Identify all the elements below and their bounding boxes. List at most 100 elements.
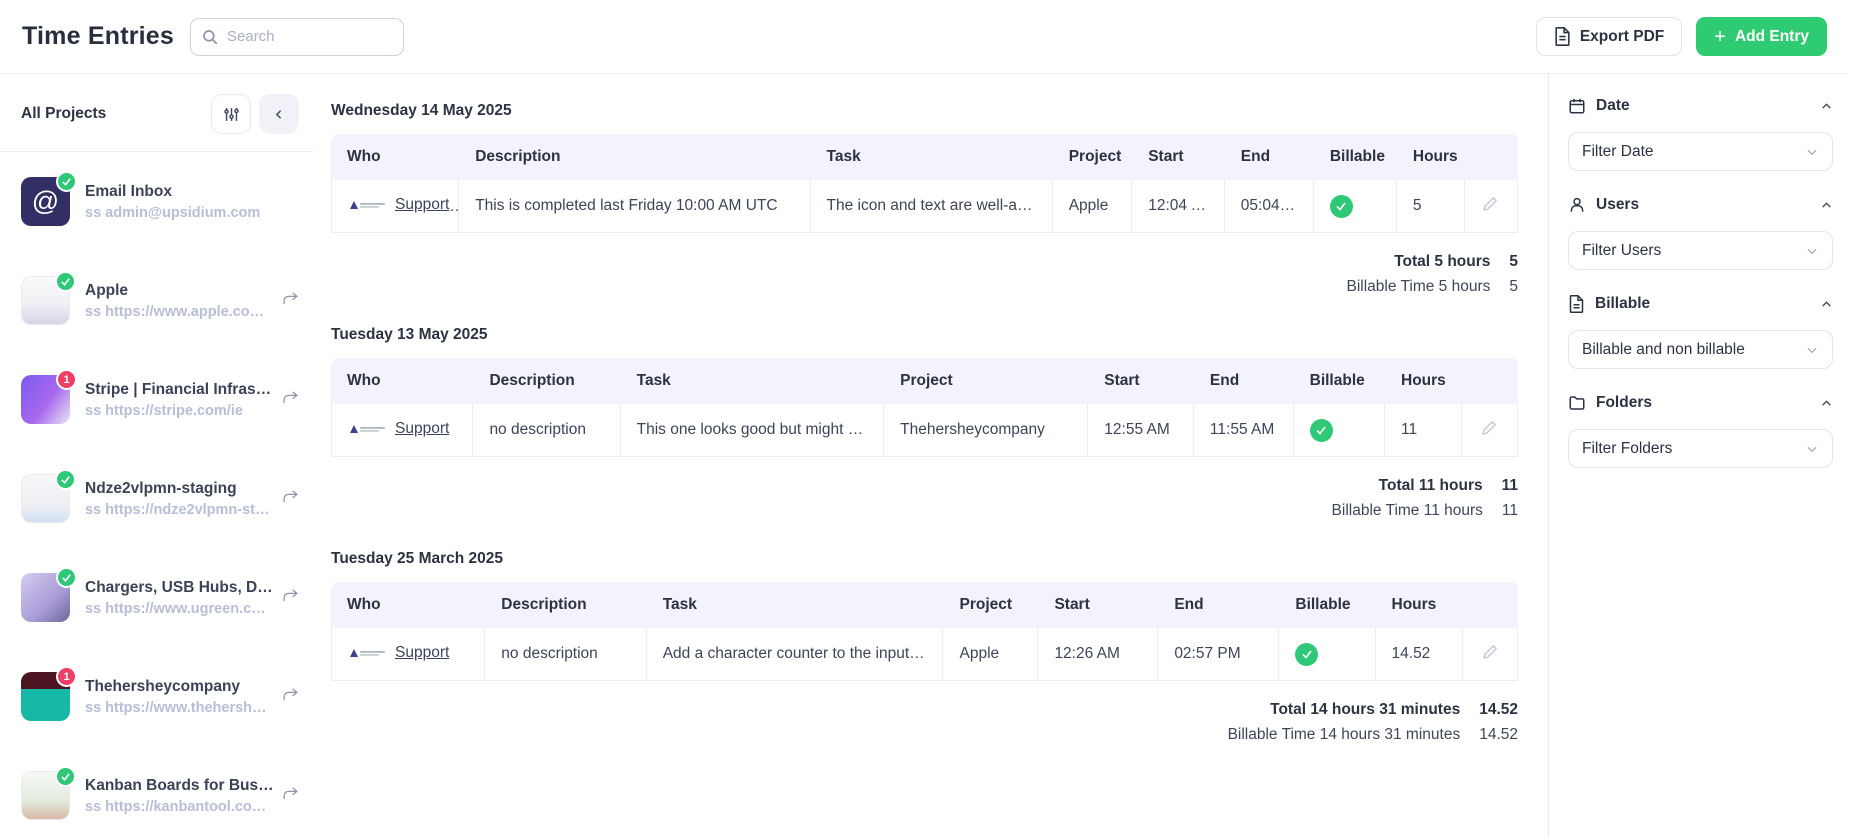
sidebar-item-apple[interactable]: Apple ss https://www.apple.co… <box>21 251 299 350</box>
chevron-down-icon <box>1805 343 1819 357</box>
sidebar-item-thehersheycompany[interactable]: 1 Thehersheycompany ss https://www.thehe… <box>21 647 299 746</box>
cell-billable <box>1279 628 1375 681</box>
search-box[interactable] <box>190 18 404 56</box>
edit-entry-button[interactable] <box>1481 419 1498 436</box>
filter-billable-select[interactable]: Billable and non billable <box>1568 330 1833 369</box>
collapse-sidebar-button[interactable] <box>259 94 299 134</box>
section-totals: Total 14 hours 31 minutes14.52 Billable … <box>331 697 1518 747</box>
open-link-icon[interactable] <box>282 390 299 410</box>
check-badge <box>56 171 77 192</box>
col-header-task: Task <box>811 134 1053 180</box>
export-pdf-button[interactable]: Export PDF <box>1536 17 1682 56</box>
edit-entry-button[interactable] <box>1482 195 1499 212</box>
total-time: 11 hours <box>1419 477 1483 494</box>
who-link[interactable]: Support <box>395 420 449 438</box>
sliders-icon <box>223 106 240 123</box>
section-date: Tuesday 25 March 2025 <box>331 550 1518 568</box>
filter-label: Date <box>1596 97 1810 115</box>
col-header-actions <box>1462 358 1518 404</box>
who-link[interactable]: Support <box>395 644 449 662</box>
billable-total-time: 11 hours <box>1424 502 1483 519</box>
filter-users-select[interactable]: Filter Users <box>1568 231 1833 270</box>
col-header-billable: Billable <box>1279 582 1375 628</box>
filter-date-select[interactable]: Filter Date <box>1568 132 1833 171</box>
chevron-left-icon <box>273 108 286 121</box>
col-header-actions <box>1465 134 1518 180</box>
sidebar-item-email-inbox[interactable]: @ Email Inbox ss admin@upsidium.com <box>21 152 299 251</box>
col-header-project: Project <box>1053 134 1133 180</box>
project-thumbnail <box>21 276 70 325</box>
edit-entry-button[interactable] <box>1482 643 1499 660</box>
open-link-icon[interactable] <box>282 489 299 509</box>
col-header-start: Start <box>1038 582 1158 628</box>
cell-task: Add a character counter to the input fi… <box>647 628 944 681</box>
table-row: Support no description This one looks go… <box>331 404 1518 457</box>
col-header-actions <box>1463 582 1518 628</box>
sidebar-item-kanban-boards[interactable]: Kanban Boards for Busine… ss https://kan… <box>21 746 299 838</box>
sidebar-item-stripe[interactable]: 1 Stripe | Financial Infrastru… ss https… <box>21 350 299 449</box>
col-header-start: Start <box>1088 358 1194 404</box>
chevron-down-icon <box>1805 442 1819 456</box>
search-icon <box>201 28 219 46</box>
cell-description: no description <box>485 628 646 681</box>
open-link-icon[interactable] <box>282 588 299 608</box>
project-url: ss admin@upsidium.com <box>85 205 299 221</box>
plus-icon: + <box>1714 27 1726 47</box>
open-link-icon[interactable] <box>282 291 299 311</box>
projects-sidebar: All Projects @ Email Inbox ss admin@upsi… <box>0 74 313 838</box>
cell-start: 12:04 AM <box>1132 180 1225 233</box>
add-entry-button[interactable]: + Add Entry <box>1696 17 1827 56</box>
chevron-up-icon[interactable] <box>1820 397 1833 410</box>
project-thumbnail <box>21 573 70 622</box>
top-bar: Time Entries Export PDF + Add Entry <box>0 0 1849 74</box>
filter-header-users[interactable]: Users <box>1568 194 1833 216</box>
filter-header-date[interactable]: Date <box>1568 95 1833 117</box>
chevron-up-icon[interactable] <box>1820 298 1833 311</box>
table-row: Support This is completed last Friday 10… <box>331 180 1518 233</box>
billable-total-label: Billable Time <box>1228 726 1316 743</box>
cell-project: Thehersheycompany <box>884 404 1088 457</box>
project-name: Ndze2vlpmn-staging <box>85 480 274 498</box>
filter-select-value: Filter Users <box>1582 242 1805 260</box>
project-name: Chargers, USB Hubs, Dock… <box>85 579 274 597</box>
sidebar-item-chargers-usb-hubs[interactable]: Chargers, USB Hubs, Dock… ss https://www… <box>21 548 299 647</box>
col-header-start: Start <box>1132 134 1225 180</box>
section-totals: Total 11 hours11 Billable Time 11 hours1… <box>331 473 1518 523</box>
total-label: Total <box>1394 253 1430 270</box>
total-value: 5 <box>1509 249 1518 274</box>
count-badge: 1 <box>56 666 77 687</box>
sidebar-item-ndze2vlpmn-staging[interactable]: Ndze2vlpmn-staging ss https://ndze2vlpmn… <box>21 449 299 548</box>
section-date: Wednesday 14 May 2025 <box>331 102 1518 120</box>
chevron-up-icon[interactable] <box>1820 199 1833 212</box>
col-header-end: End <box>1158 582 1279 628</box>
col-header-who: Who <box>331 358 473 404</box>
cell-task: The icon and text are well-alig… <box>811 180 1053 233</box>
export-pdf-label: Export PDF <box>1580 28 1664 46</box>
project-url: ss https://stripe.com/ie <box>85 403 274 419</box>
cell-actions <box>1463 628 1518 681</box>
filter-header-folders[interactable]: Folders <box>1568 392 1833 414</box>
col-header-project: Project <box>884 358 1088 404</box>
project-thumbnail: 1 <box>21 375 70 424</box>
col-header-hours: Hours <box>1376 582 1464 628</box>
cell-actions <box>1462 404 1518 457</box>
col-header-task: Task <box>647 582 944 628</box>
col-header-billable: Billable <box>1314 134 1397 180</box>
billable-total-time: 14 hours 31 minutes <box>1320 726 1460 743</box>
who-link[interactable]: Support <box>395 196 449 214</box>
cell-project: Apple <box>1053 180 1133 233</box>
open-link-icon[interactable] <box>282 786 299 806</box>
chevron-up-icon[interactable] <box>1820 100 1833 113</box>
col-header-end: End <box>1194 358 1294 404</box>
billable-check-icon <box>1330 195 1353 218</box>
check-badge <box>56 567 77 588</box>
calendar-icon <box>1568 97 1586 115</box>
search-input[interactable] <box>227 28 393 45</box>
open-link-icon[interactable] <box>282 687 299 707</box>
billable-total-value: 5 <box>1509 274 1518 299</box>
project-name: Apple <box>85 282 274 300</box>
filter-header-billable[interactable]: Billable <box>1568 293 1833 315</box>
filter-folders-select[interactable]: Filter Folders <box>1568 429 1833 468</box>
project-url: ss https://ndze2vlpmn-st… <box>85 502 274 518</box>
project-filter-button[interactable] <box>211 94 251 134</box>
